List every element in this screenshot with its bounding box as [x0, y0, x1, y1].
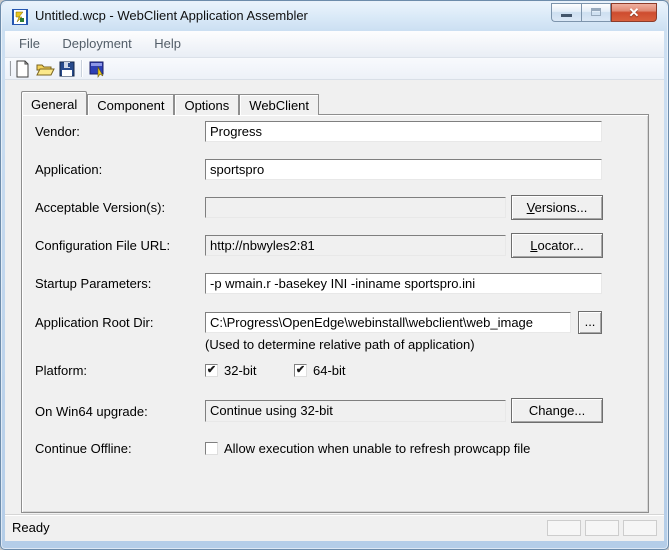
- continue-offline-checkbox[interactable]: [205, 442, 218, 455]
- assemble-icon: [89, 61, 104, 78]
- close-icon: ✕: [628, 5, 640, 20]
- maximize-icon: [591, 8, 601, 16]
- maximize-button[interactable]: [581, 3, 611, 22]
- app-root-dir-input[interactable]: C:\Progress\OpenEdge\webinstall\webclien…: [205, 312, 571, 333]
- app-root-dir-note: (Used to determine relative path of appl…: [205, 337, 475, 352]
- versions-button[interactable]: Versions...: [511, 195, 603, 220]
- acceptable-versions-label: Acceptable Version(s):: [35, 200, 166, 215]
- menu-file[interactable]: File: [10, 31, 49, 57]
- startup-parameters-input[interactable]: -p wmain.r -basekey INI -ininame sportsp…: [205, 273, 602, 294]
- application-input[interactable]: sportspro: [205, 159, 602, 180]
- win64-upgrade-value: Continue using 32-bit: [205, 400, 506, 422]
- app-root-dir-label: Application Root Dir:: [35, 315, 154, 330]
- assemble-button[interactable]: [87, 59, 107, 79]
- new-button[interactable]: [13, 59, 33, 79]
- platform-64bit-label: 64-bit: [313, 363, 346, 378]
- minimize-icon: [561, 14, 572, 17]
- vendor-input[interactable]: Progress: [205, 121, 602, 142]
- platform-64bit-checkbox[interactable]: ✔: [294, 364, 307, 377]
- status-pane: [623, 520, 657, 536]
- continue-offline-label: Continue Offline:: [35, 441, 132, 456]
- tab-general[interactable]: General: [21, 91, 88, 115]
- platform-label: Platform:: [35, 363, 88, 378]
- platform-32bit-label: 32-bit: [224, 363, 257, 378]
- open-button[interactable]: [35, 59, 55, 79]
- win64-upgrade-label: On Win64 upgrade:: [35, 404, 148, 419]
- webclient-app-icon: [11, 8, 29, 26]
- vendor-label: Vendor:: [35, 124, 80, 139]
- config-file-url-label: Configuration File URL:: [35, 238, 171, 253]
- app-window: Untitled.wcp - WebClient Application Ass…: [0, 0, 669, 550]
- status-panes: [547, 520, 657, 536]
- caption-buttons: ✕: [551, 3, 657, 22]
- continue-offline-checkbox-label: Allow execution when unable to refresh p…: [224, 441, 531, 456]
- menubar: File Deployment Help: [5, 31, 664, 58]
- statusbar: Ready: [5, 514, 664, 541]
- menu-help[interactable]: Help: [145, 31, 190, 57]
- close-button[interactable]: ✕: [611, 3, 657, 22]
- status-pane: [547, 520, 581, 536]
- save-button[interactable]: [57, 59, 77, 79]
- platform-32bit-checkbox[interactable]: ✔: [205, 364, 218, 377]
- app-body: File Deployment Help General Component O…: [5, 31, 664, 541]
- application-label: Application:: [35, 162, 103, 177]
- tab-webclient[interactable]: WebClient: [239, 94, 320, 115]
- tab-component[interactable]: Component: [87, 94, 175, 115]
- acceptable-versions-input: [205, 197, 506, 218]
- locator-button[interactable]: Locator...: [511, 233, 603, 258]
- open-icon: [36, 64, 55, 76]
- tab-strip: General Component Options WebClient: [21, 91, 320, 115]
- status-text: Ready: [12, 520, 50, 535]
- toolbar: [5, 58, 664, 80]
- startup-parameters-label: Startup Parameters:: [35, 276, 152, 291]
- toolbar-separator: [81, 60, 83, 77]
- tab-options[interactable]: Options: [174, 94, 240, 115]
- browse-button[interactable]: ...: [578, 311, 602, 334]
- config-file-url-input: http://nbwyles2:81: [205, 235, 506, 256]
- window-title: Untitled.wcp - WebClient Application Ass…: [35, 8, 308, 23]
- status-pane: [585, 520, 619, 536]
- titlebar[interactable]: Untitled.wcp - WebClient Application Ass…: [2, 2, 667, 31]
- save-icon: [59, 61, 75, 77]
- menu-deployment[interactable]: Deployment: [53, 31, 140, 57]
- new-document-icon: [16, 60, 29, 78]
- minimize-button[interactable]: [551, 3, 581, 22]
- change-button[interactable]: Change...: [511, 398, 603, 423]
